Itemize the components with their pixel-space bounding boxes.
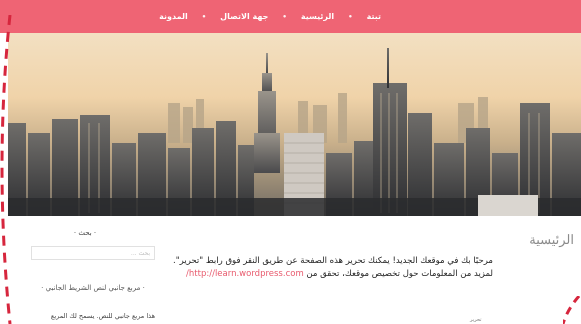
nav-menu: تبتة • الرئيسية • جهة الاتصال • المدونة <box>149 0 391 33</box>
nav-separator: • <box>282 12 287 21</box>
nav-separator: • <box>201 12 207 21</box>
nav-item-home[interactable]: الرئيسية <box>291 12 344 21</box>
nav-separator: • <box>348 12 353 21</box>
search-input[interactable]: بحث ... <box>31 246 155 260</box>
search-widget-title: · بحث · <box>73 229 97 237</box>
decorative-dashed-arc-right <box>563 296 581 324</box>
decorative-dashed-arc-left <box>0 15 12 324</box>
learn-more-link[interactable]: http://learn.wordpress.com/ <box>186 269 304 279</box>
nav-item-contact[interactable]: جهة الاتصال <box>210 12 278 21</box>
nav-item-blog[interactable]: المدونة <box>149 12 198 21</box>
top-navigation-bar: تبتة • الرئيسية • جهة الاتصال • المدونة <box>0 0 581 33</box>
text-widget-title: · مربع جانبي لنص الشريط الجانبي · <box>41 284 145 292</box>
intro-paragraph: مرحبًا بك في موقعك الجديد! يمكنك تحرير ه… <box>163 255 493 281</box>
text-widget-body: هذا مربع جانبي للنص. يسمح لك المربع <box>50 312 155 320</box>
nav-item-home-alt[interactable]: تبتة <box>357 12 391 21</box>
page-title: الرئيسية <box>529 233 574 248</box>
skyline-illustration <box>8 33 581 216</box>
edit-link[interactable]: تحرير <box>470 317 482 323</box>
hero-skyline-image <box>8 33 581 216</box>
